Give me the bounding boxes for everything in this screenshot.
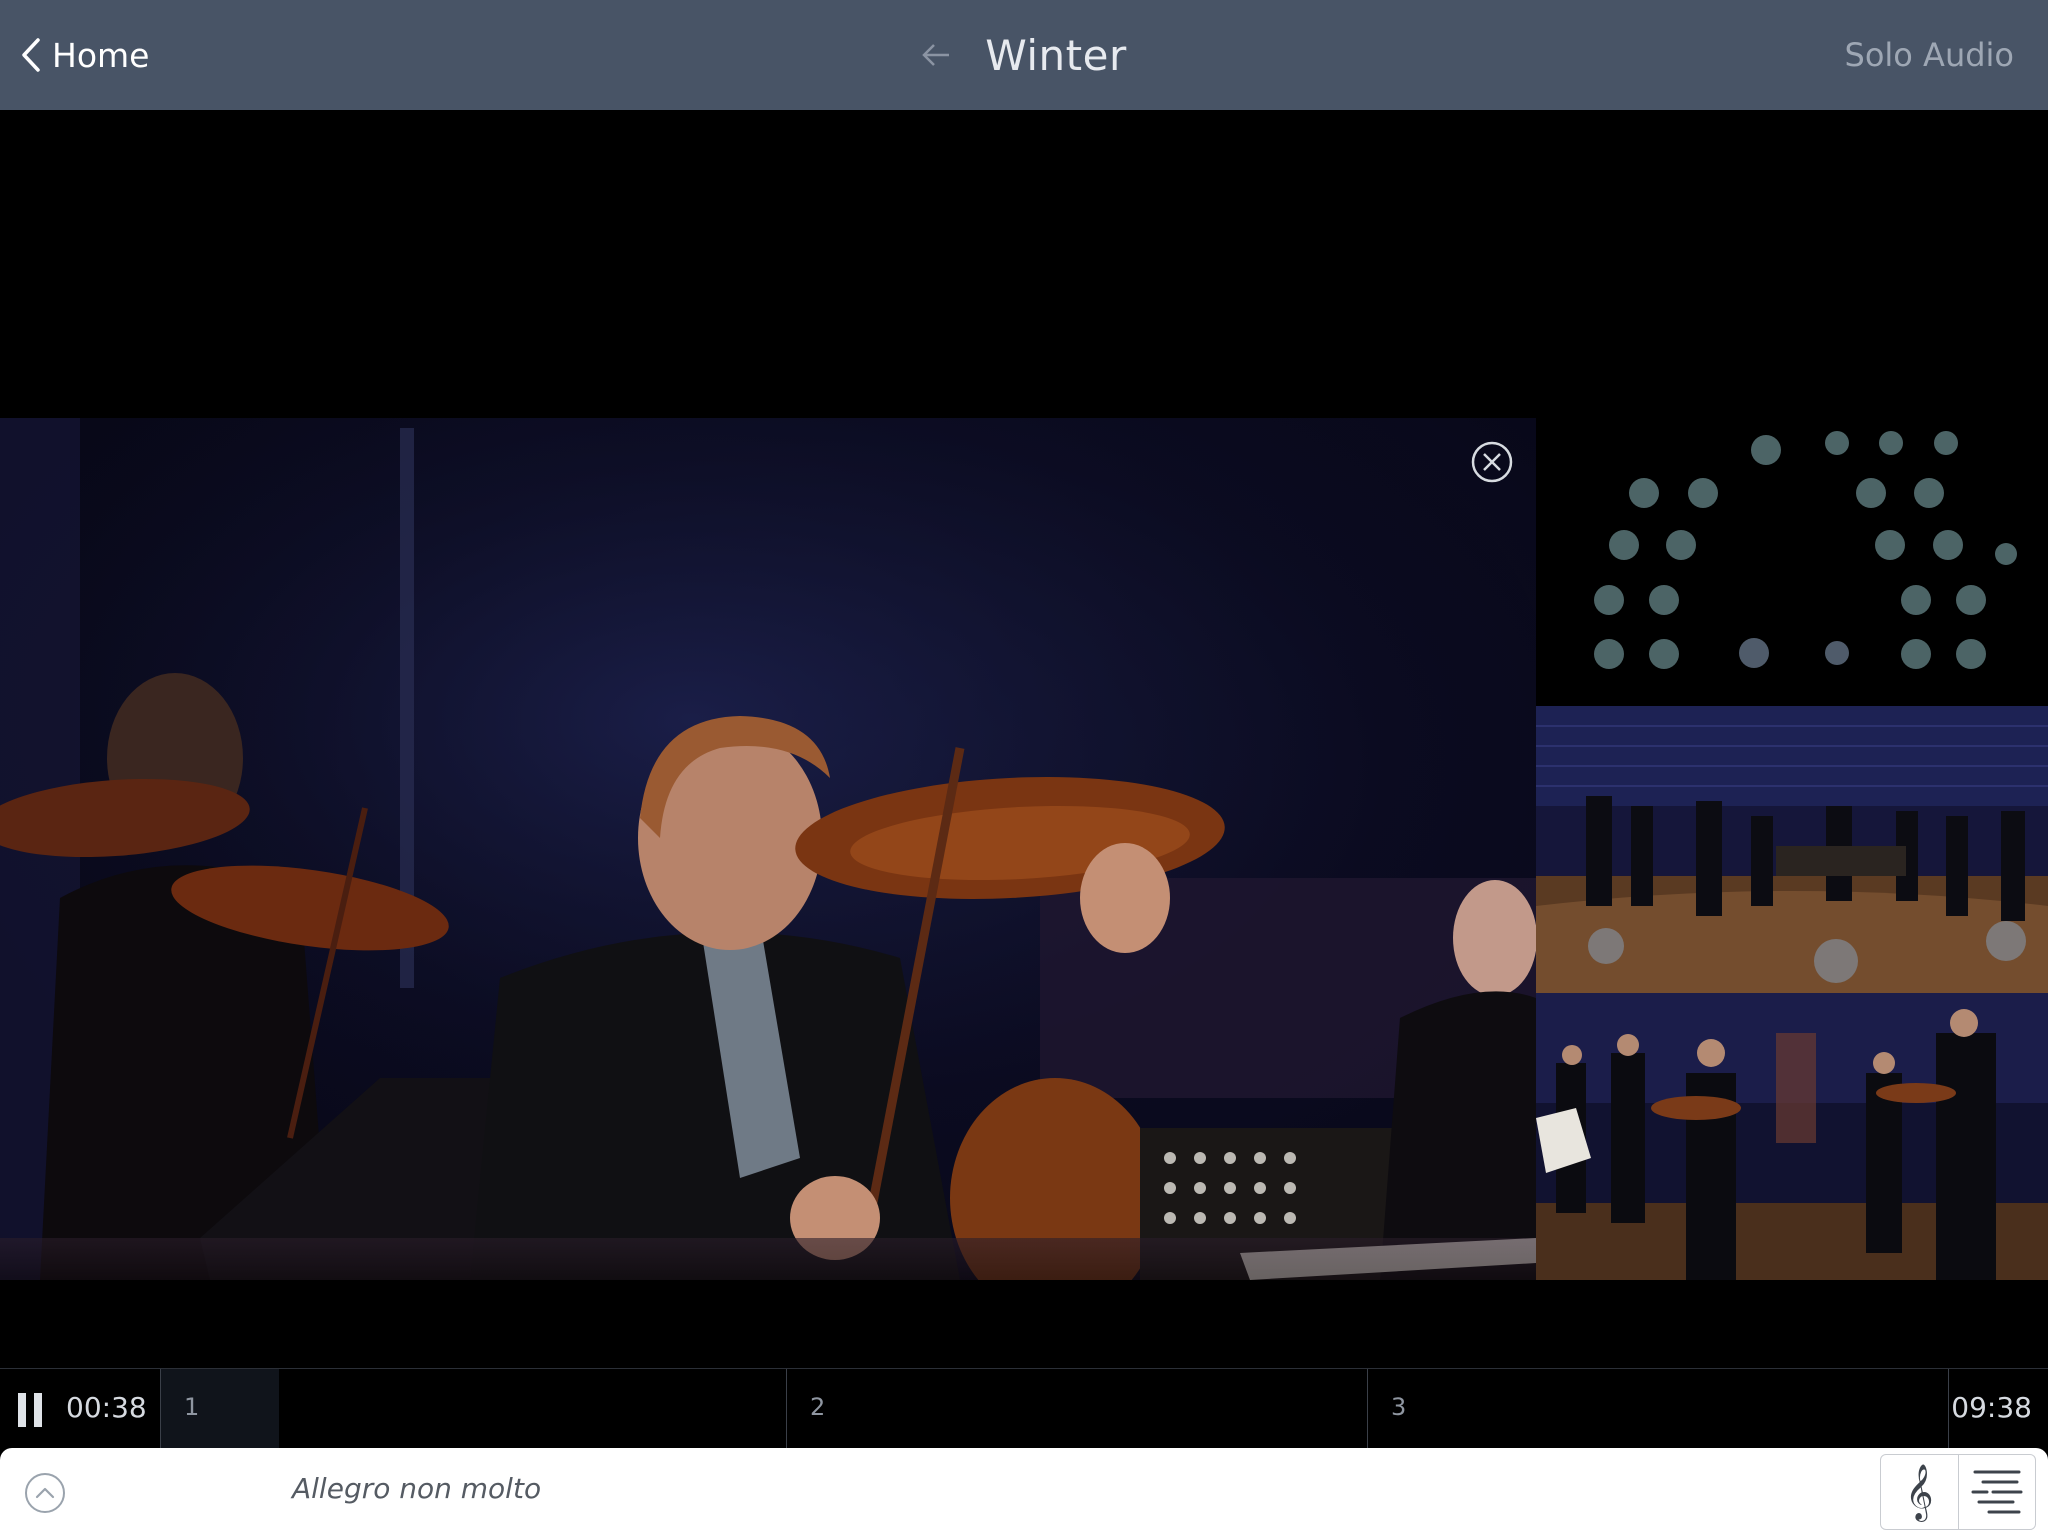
home-label: Home [52, 35, 150, 75]
movement-marker[interactable]: 3 [1391, 1393, 1406, 1421]
home-back-button[interactable]: Home [20, 30, 149, 80]
movement-divider [786, 1369, 787, 1449]
top-bar: Home Winter Solo Audio [0, 0, 2048, 110]
arrow-left-icon[interactable] [921, 43, 951, 67]
movement-marker[interactable]: 1 [184, 1393, 199, 1421]
chevron-up-circle-icon[interactable] [24, 1472, 66, 1514]
orchestra-seating-map[interactable] [1536, 418, 2048, 706]
movement-info-bar: Allegro non molto 𝄞 [0, 1448, 2048, 1536]
seating-dots [1594, 431, 2017, 669]
violinist-video-frame [0, 418, 1536, 1280]
progress-fill [161, 1369, 279, 1449]
camera-thumbnail-wide[interactable] [1536, 706, 2048, 993]
main-video[interactable] [0, 418, 1536, 1280]
score-lines-icon [1971, 1470, 2023, 1514]
movement-tempo: Allegro non molto [292, 1472, 542, 1505]
movement-marker[interactable]: 2 [810, 1393, 825, 1421]
pause-icon[interactable] [16, 1393, 46, 1427]
page-title: Winter [985, 30, 1127, 80]
treble-clef-icon: 𝄞 [1905, 1464, 1934, 1520]
score-view-button[interactable]: 𝄞 [1881, 1455, 1958, 1529]
timeline-divider [1948, 1369, 1949, 1449]
elapsed-time: 00:38 [66, 1391, 147, 1424]
movement-divider [1367, 1369, 1368, 1449]
view-toggle-group: 𝄞 [1880, 1454, 2036, 1530]
wide-stage-frame [1536, 706, 2048, 993]
total-duration: 09:38 [1951, 1391, 2032, 1424]
camera-thumbnail-strings[interactable] [1536, 993, 2048, 1280]
video-stage [0, 110, 2048, 1368]
solo-audio-button[interactable]: Solo Audio [1845, 32, 2014, 78]
score-lines-button[interactable] [1957, 1455, 2036, 1529]
playback-timeline[interactable]: 00:38 09:38 1 2 3 [0, 1368, 2048, 1449]
strings-section-frame [1536, 993, 2048, 1280]
chevron-left-icon [22, 38, 40, 72]
close-circle-icon[interactable] [1470, 440, 1514, 484]
